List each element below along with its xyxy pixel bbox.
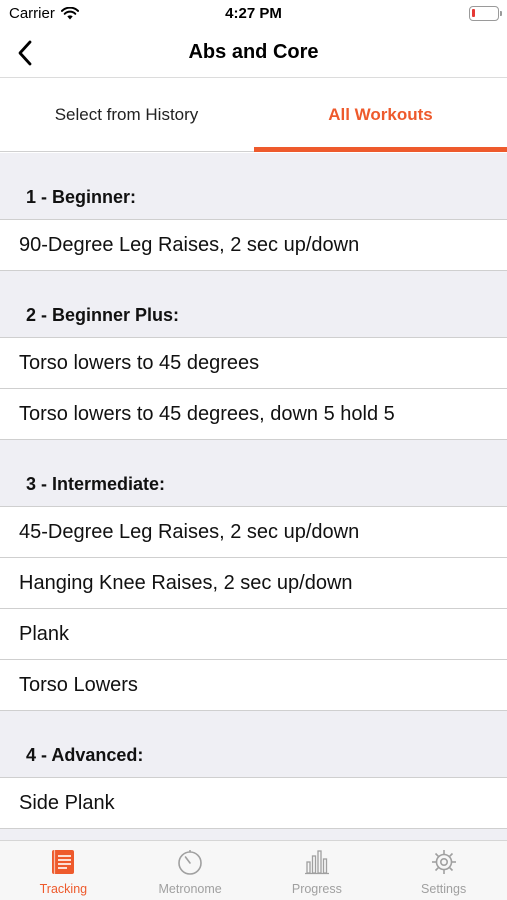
workout-row[interactable]: Plank — [0, 609, 507, 660]
tab-all-workouts[interactable]: All Workouts — [254, 79, 507, 151]
workout-row[interactable]: 90-Degree Leg Raises, 2 sec up/down — [0, 220, 507, 271]
tab-label: Metronome — [158, 882, 222, 896]
section-header-beginner-plus: 2 - Beginner Plus: — [0, 271, 507, 338]
gear-icon — [431, 850, 456, 874]
tab-label: Progress — [291, 882, 342, 896]
workout-row[interactable]: Torso lowers to 45 degrees, down 5 hold … — [0, 389, 507, 440]
tab-label: Settings — [421, 882, 467, 896]
clipboard-icon — [52, 850, 75, 874]
tab-select-from-history[interactable]: Select from History — [0, 79, 253, 151]
workout-row[interactable]: Side Plank — [0, 778, 507, 829]
workout-list[interactable]: 1 - Beginner: 90-Degree Leg Raises, 2 se… — [0, 153, 507, 840]
section-header-intermediate: 3 - Intermediate: — [0, 440, 507, 507]
stopwatch-icon — [178, 850, 202, 875]
section-header-beginner: 1 - Beginner: — [0, 153, 507, 220]
workout-row[interactable]: 45-Degree Leg Raises, 2 sec up/down — [0, 507, 507, 558]
tab-progress[interactable]: Progress — [254, 841, 381, 900]
tab-bar: Tracking Metronome Progress Settings — [0, 840, 507, 900]
battery-level — [472, 9, 475, 17]
tab-settings[interactable]: Settings — [380, 841, 507, 900]
tab-label: Tracking — [39, 882, 88, 896]
workout-row[interactable]: Hanging Knee Raises, 2 sec up/down — [0, 558, 507, 609]
battery-icon — [469, 6, 502, 21]
bar-chart-icon — [304, 850, 329, 875]
navigation-bar: Abs and Core — [0, 28, 507, 78]
workout-row[interactable]: Torso lowers to 45 degrees — [0, 338, 507, 389]
tab-tracking[interactable]: Tracking — [0, 841, 127, 900]
segmented-control: Select from History All Workouts — [0, 79, 507, 152]
selected-tab-indicator — [254, 147, 507, 152]
status-bar: Carrier 4:27 PM — [0, 0, 507, 28]
status-time: 4:27 PM — [225, 5, 282, 22]
tab-metronome[interactable]: Metronome — [127, 841, 254, 900]
section-header-advanced: 4 - Advanced: — [0, 711, 507, 778]
workout-row[interactable]: Torso Lowers — [0, 660, 507, 711]
page-title: Abs and Core — [188, 41, 319, 63]
